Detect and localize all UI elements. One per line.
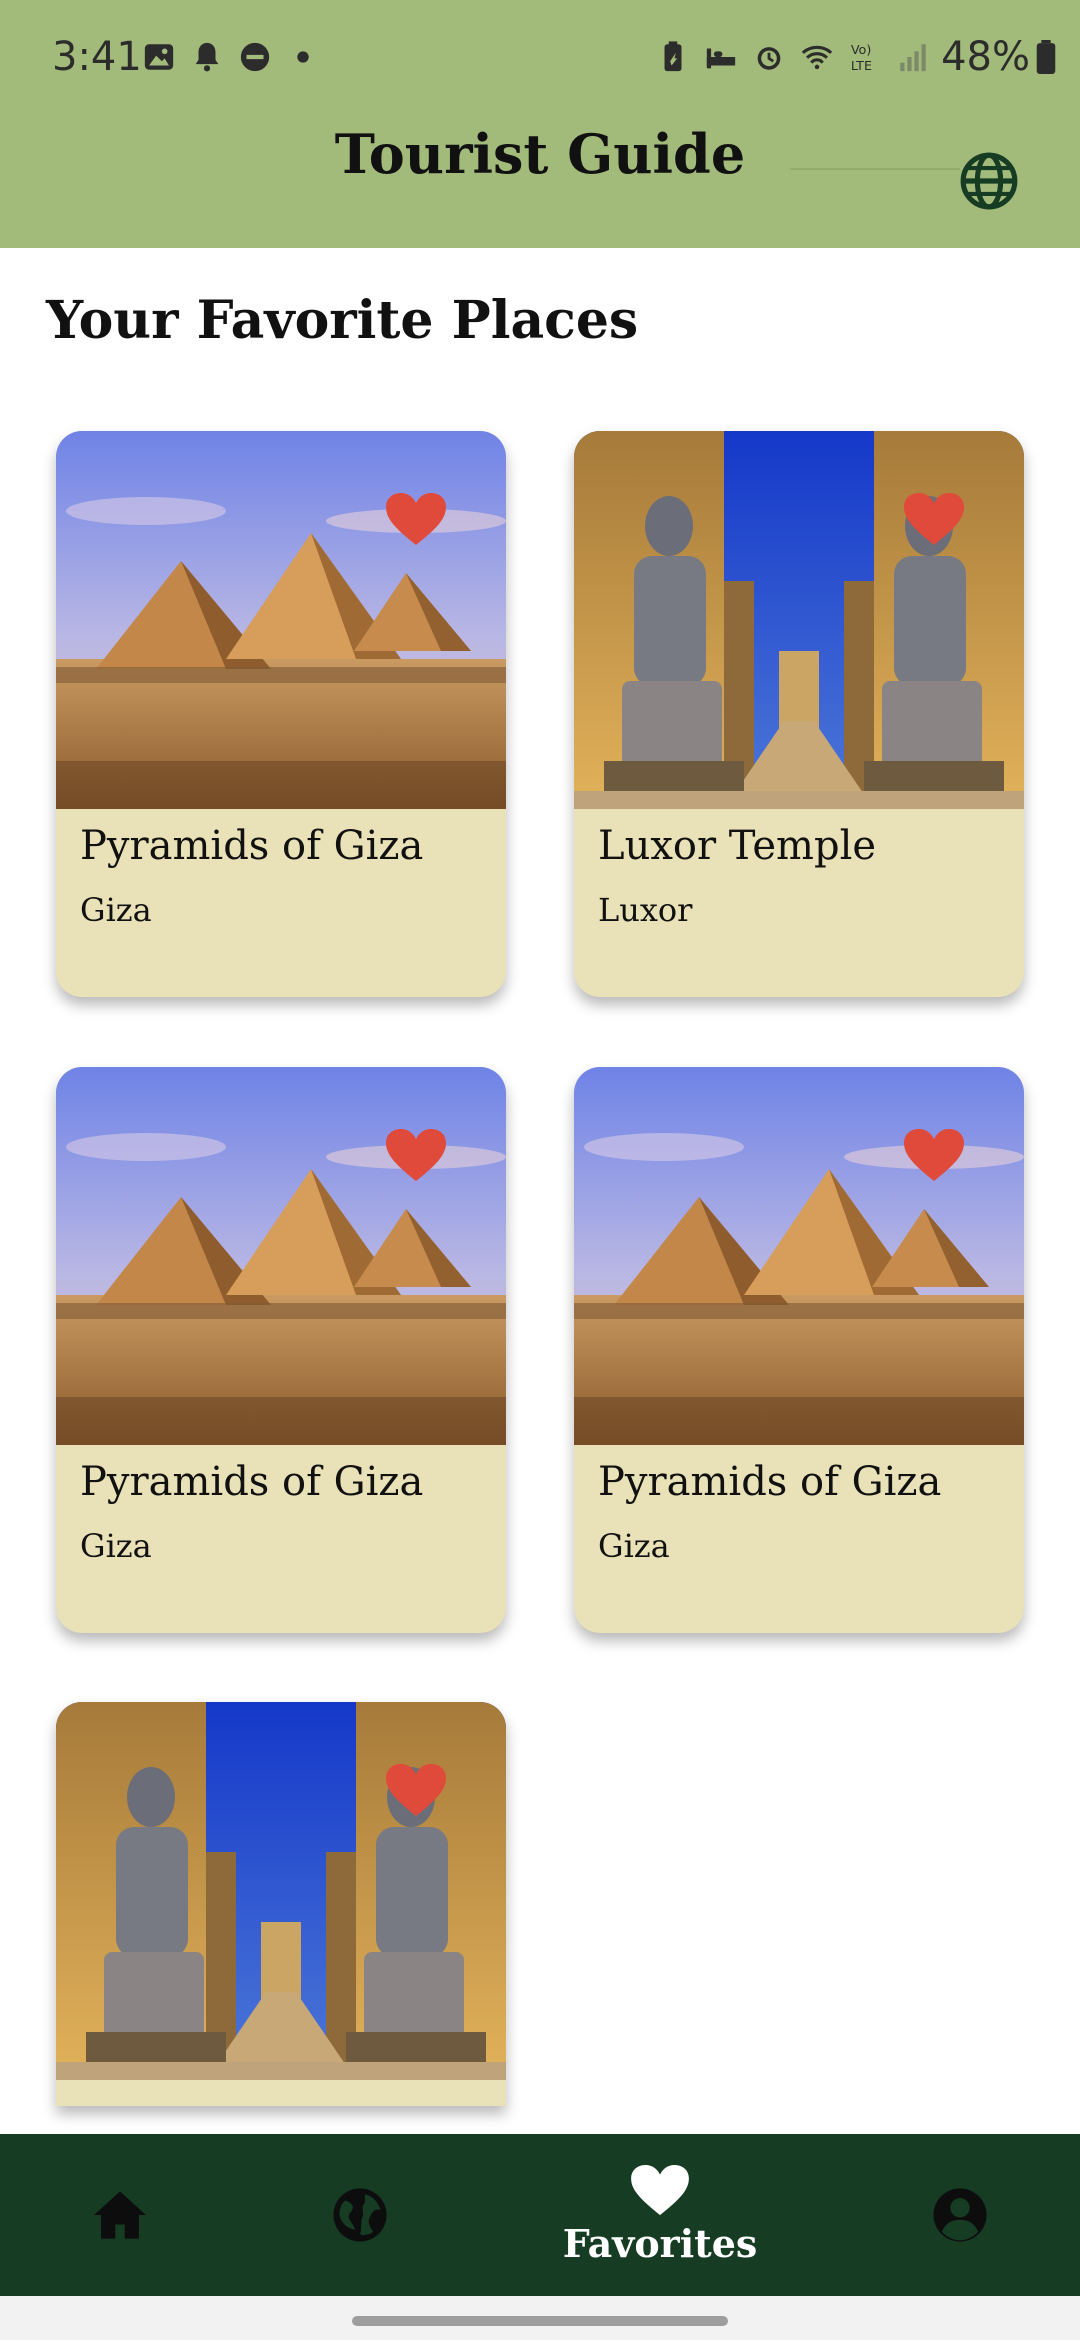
- place-card[interactable]: Luxor Temple Luxor: [574, 431, 1024, 997]
- dot-icon: [297, 51, 309, 63]
- section-title: Your Favorite Places: [46, 290, 639, 351]
- nav-favorites-label: Favorites: [562, 2220, 758, 2266]
- account-icon: [933, 2188, 987, 2242]
- svg-text:LTE: LTE: [851, 59, 872, 74]
- place-name: Pyramids of Giza: [598, 1459, 942, 1505]
- bottom-nav: Favorites: [0, 2134, 1080, 2296]
- battery-indicator: 48%: [941, 34, 1056, 80]
- globe-icon[interactable]: [958, 150, 1020, 212]
- image-icon: [144, 44, 174, 70]
- status-right-icons: Vo) LTE: [656, 40, 930, 74]
- globe-icon: [333, 2188, 387, 2242]
- place-city: Giza: [80, 891, 152, 929]
- signal-icon: [900, 44, 926, 72]
- nav-favorites[interactable]: Favorites: [540, 2134, 780, 2296]
- top-bar: 3:41 Vo) LTE 48% Tourist Guide: [0, 0, 1080, 248]
- heart-icon[interactable]: [386, 493, 446, 547]
- bed-icon: [706, 48, 736, 69]
- heart-icon: [631, 2164, 689, 2215]
- nav-profile[interactable]: [920, 2134, 1000, 2296]
- place-card[interactable]: Pyramids of Giza Giza: [574, 1067, 1024, 1633]
- status-left-icons: [142, 40, 320, 74]
- heart-icon[interactable]: [386, 1129, 446, 1183]
- place-name: Luxor Temple: [598, 823, 877, 869]
- place-photo: [56, 431, 506, 809]
- battery-icon: [1036, 40, 1056, 74]
- app-title: Tourist Guide: [334, 122, 746, 186]
- volte-icon: Vo)LTE: [851, 43, 872, 74]
- place-city: Giza: [80, 1527, 152, 1565]
- place-city: Giza: [598, 1527, 670, 1565]
- place-photo: [56, 1067, 506, 1445]
- wifi-icon: [801, 45, 833, 70]
- battery-percent: 48%: [941, 34, 1030, 80]
- place-card[interactable]: Pyramids of Giza Giza: [56, 1067, 506, 1633]
- status-time: 3:41: [52, 34, 142, 80]
- place-city: Luxor: [598, 891, 693, 929]
- place-name: Pyramids of Giza: [80, 1459, 424, 1505]
- dnd-icon: [240, 42, 270, 72]
- heart-icon[interactable]: [904, 1129, 964, 1183]
- status-bar: 3:41 Vo) LTE 48%: [0, 0, 1080, 118]
- svg-text:Vo): Vo): [851, 43, 872, 58]
- app-bar-divider: [790, 168, 960, 170]
- nav-explore[interactable]: [320, 2134, 400, 2296]
- heart-icon[interactable]: [904, 493, 964, 547]
- place-photo: [574, 431, 1024, 809]
- heart-icon[interactable]: [386, 1764, 446, 1818]
- alarm-icon: [757, 47, 781, 70]
- nav-home[interactable]: [80, 2134, 160, 2296]
- battery-saver-icon: [664, 41, 682, 72]
- place-photo: [574, 1067, 1024, 1445]
- place-photo: [56, 1702, 506, 2080]
- place-name: Pyramids of Giza: [80, 823, 424, 869]
- place-card[interactable]: [56, 1702, 506, 2106]
- bell-icon: [195, 42, 219, 72]
- home-gesture-pill[interactable]: [352, 2316, 728, 2326]
- place-card[interactable]: Pyramids of Giza Giza: [56, 431, 506, 997]
- home-icon: [94, 2191, 146, 2239]
